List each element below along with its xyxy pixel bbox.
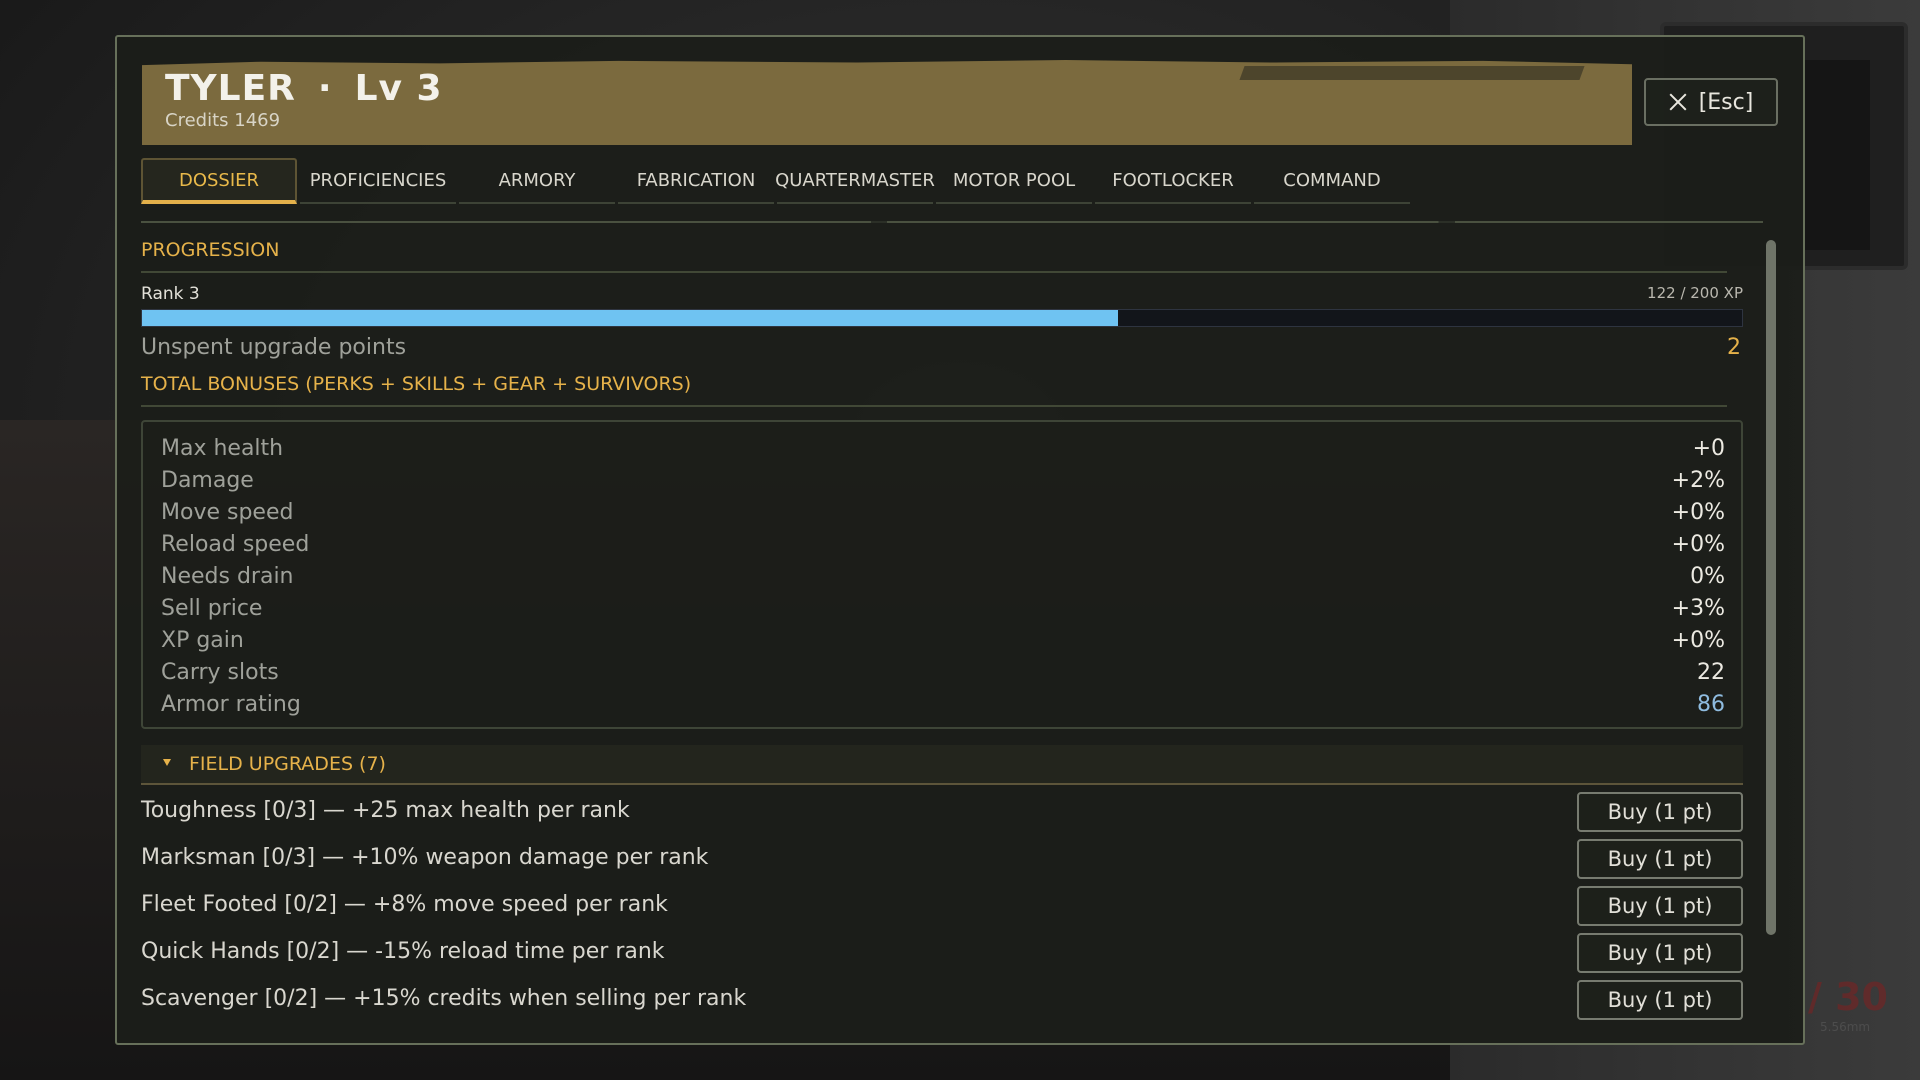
- bonus-value: 22: [1697, 659, 1725, 685]
- tab-dossier[interactable]: DOSSIER: [141, 158, 297, 204]
- bonus-row-move-speed: Move speed +0%: [161, 496, 1725, 528]
- bonus-value: +0%: [1671, 627, 1725, 653]
- caret-down-icon: [163, 759, 171, 766]
- tab-proficiencies[interactable]: PROFICIENCIES: [300, 158, 456, 204]
- rank-label: Rank 3: [141, 284, 200, 304]
- tab-motor-pool[interactable]: MOTOR POOL: [936, 158, 1092, 204]
- bonus-name: Sell price: [161, 595, 263, 621]
- upgrade-row-scavenger: Scavenger [0/2] — +15% credits when sell…: [141, 980, 1743, 1020]
- buy-quick-hands-button[interactable]: Buy (1 pt): [1577, 933, 1743, 973]
- bonus-value: 86: [1697, 691, 1725, 717]
- total-bonuses-title: TOTAL BONUSES (PERKS + SKILLS + GEAR + S…: [141, 373, 692, 395]
- bonus-name: Needs drain: [161, 563, 294, 589]
- close-icon: [1669, 93, 1687, 111]
- bonus-value: +0%: [1671, 531, 1725, 557]
- tab-footlocker[interactable]: FOOTLOCKER: [1095, 158, 1251, 204]
- bonus-list: Max health +0 Damage +2% Move speed +0% …: [141, 420, 1743, 729]
- bonus-row-xp-gain: XP gain +0%: [161, 624, 1725, 656]
- buy-fleet-footed-button[interactable]: Buy (1 pt): [1577, 886, 1743, 926]
- hud-caliber: 5.56mm: [1820, 1020, 1871, 1034]
- bonus-name: Carry slots: [161, 659, 279, 685]
- bonus-row-sell-price: Sell price +3%: [161, 592, 1725, 624]
- progression-divider: [141, 271, 1727, 273]
- field-upgrades-title: FIELD UPGRADES (7): [189, 753, 386, 775]
- xp-readout: 122 / 200 XP: [1647, 284, 1743, 302]
- bonus-row-max-health: Max health +0: [161, 432, 1725, 464]
- credits-display: Credits 1469: [165, 110, 280, 131]
- bonus-row-carry-slots: Carry slots 22: [161, 656, 1725, 688]
- credits-label: Credits: [165, 110, 229, 131]
- unspent-points-value: 2: [1727, 335, 1741, 360]
- character-level: Lv 3: [354, 68, 443, 109]
- tab-armory[interactable]: ARMORY: [459, 158, 615, 204]
- bonus-name: XP gain: [161, 627, 244, 653]
- character-title: TYLER · Lv 3: [165, 68, 443, 109]
- upgrade-row-fleet-footed: Fleet Footed [0/2] — +8% move speed per …: [141, 886, 1743, 926]
- bonus-name: Damage: [161, 467, 254, 493]
- field-upgrades-header[interactable]: FIELD UPGRADES (7): [141, 745, 1743, 785]
- credits-value: 1469: [234, 110, 281, 131]
- upgrade-description: Scavenger [0/2] — +15% credits when sell…: [141, 986, 747, 1011]
- hud-ammo-count: / 30: [1808, 975, 1888, 1019]
- xp-progress-bar: [141, 309, 1743, 327]
- tab-divider: [141, 221, 1763, 223]
- upgrade-description: Fleet Footed [0/2] — +8% move speed per …: [141, 892, 668, 917]
- bonus-row-damage: Damage +2%: [161, 464, 1725, 496]
- tab-command[interactable]: COMMAND: [1254, 158, 1410, 204]
- close-button[interactable]: [Esc]: [1644, 78, 1778, 126]
- bonus-row-reload-speed: Reload speed +0%: [161, 528, 1725, 560]
- tab-quartermaster[interactable]: QUARTERMASTER: [775, 158, 935, 204]
- upgrade-description: Marksman [0/3] — +10% weapon damage per …: [141, 845, 709, 870]
- close-button-label: [Esc]: [1698, 89, 1754, 115]
- upgrade-row-quick-hands: Quick Hands [0/2] — -15% reload time per…: [141, 933, 1743, 973]
- buy-toughness-button[interactable]: Buy (1 pt): [1577, 792, 1743, 832]
- bonus-value: +0%: [1671, 499, 1725, 525]
- progression-title: PROGRESSION: [141, 239, 280, 261]
- upgrade-description: Quick Hands [0/2] — -15% reload time per…: [141, 939, 665, 964]
- character-name: TYLER: [165, 68, 296, 109]
- bonus-value: +2%: [1671, 467, 1725, 493]
- bonus-value: +3%: [1671, 595, 1725, 621]
- upgrade-row-toughness: Toughness [0/3] — +25 max health per ran…: [141, 792, 1743, 832]
- xp-progress-fill: [142, 310, 1118, 326]
- bonus-value: +0: [1692, 435, 1725, 461]
- title-separator: ·: [317, 68, 333, 109]
- scrollbar-thumb[interactable]: [1766, 240, 1776, 935]
- buy-scavenger-button[interactable]: Buy (1 pt): [1577, 980, 1743, 1020]
- bonus-row-needs-drain: Needs drain 0%: [161, 560, 1725, 592]
- bonus-name: Armor rating: [161, 691, 301, 717]
- bonus-value: 0%: [1690, 563, 1725, 589]
- bonuses-divider: [141, 405, 1727, 407]
- bonus-name: Max health: [161, 435, 284, 461]
- buy-marksman-button[interactable]: Buy (1 pt): [1577, 839, 1743, 879]
- upgrade-row-marksman: Marksman [0/3] — +10% weapon damage per …: [141, 839, 1743, 879]
- bonus-row-armor-rating: Armor rating 86: [161, 688, 1725, 720]
- upgrade-description: Toughness [0/3] — +25 max health per ran…: [141, 798, 630, 823]
- bonus-name: Reload speed: [161, 531, 310, 557]
- unspent-points-label: Unspent upgrade points: [141, 335, 407, 360]
- tab-fabrication[interactable]: FABRICATION: [618, 158, 774, 204]
- bonus-name: Move speed: [161, 499, 294, 525]
